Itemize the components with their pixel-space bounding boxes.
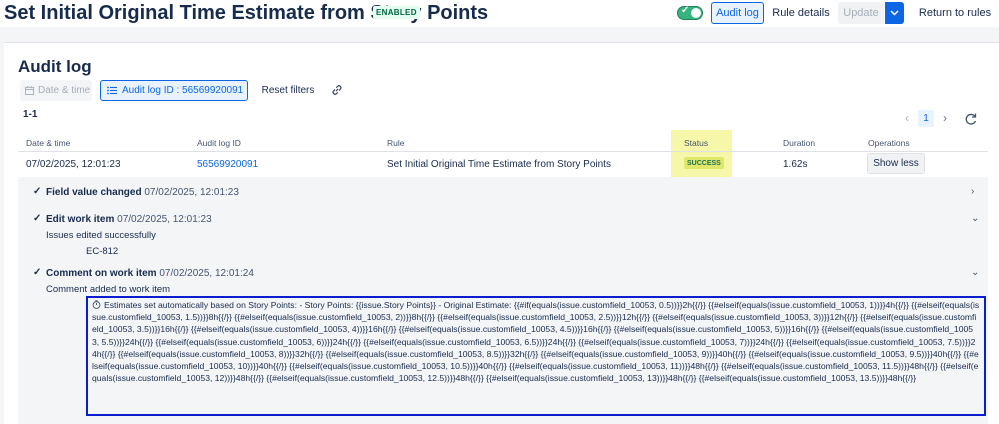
rule-details-button[interactable]: Rule details <box>770 2 832 24</box>
audit-log-id-filter-label: Audit log ID : 56569920091 <box>122 85 244 96</box>
audit-log-button[interactable]: Audit log <box>711 2 764 24</box>
column-header-operations: Operations <box>868 138 910 148</box>
event-title: Comment on work item <box>46 268 157 279</box>
refresh-icon[interactable] <box>964 112 978 126</box>
reset-filters-button[interactable]: Reset filters <box>260 80 316 101</box>
edit-message: Issues edited successfully <box>46 230 156 241</box>
check-icon: ✓ <box>33 186 42 197</box>
comment-text: Estimates set automatically based on Sto… <box>92 300 980 384</box>
column-header-rule: Rule <box>387 138 405 148</box>
column-header-date: Date & time <box>26 138 71 148</box>
list-icon <box>107 86 117 95</box>
event-field-value-changed[interactable]: ✓ Field value changed 07/02/2025, 12:01:… <box>18 185 988 201</box>
return-to-rules-button[interactable]: Return to rules <box>914 2 996 24</box>
event-time: 07/02/2025, 12:01:24 <box>159 268 254 279</box>
event-title: Field value changed <box>46 187 142 198</box>
calendar-icon <box>25 86 34 95</box>
chevron-left-icon[interactable]: ‹ <box>900 111 914 125</box>
enabled-badge: ENABLED <box>373 6 420 19</box>
column-header-audit-id: Audit log ID <box>197 138 241 148</box>
audit-log-id-filter[interactable]: Audit log ID : 56569920091 <box>100 80 248 101</box>
page-number[interactable]: 1 <box>918 110 934 127</box>
chevron-down-icon <box>890 10 899 16</box>
date-time-filter[interactable]: Date & time <box>20 80 92 101</box>
chevron-right-icon[interactable]: › <box>938 111 952 125</box>
chevron-right-icon[interactable]: › <box>971 186 974 197</box>
row-datetime: 07/02/2025, 12:01:23 <box>26 159 121 170</box>
check-icon: ✓ <box>681 5 690 16</box>
row-rule: Set Initial Original Time Estimate from … <box>387 159 611 170</box>
chevron-down-icon[interactable]: ⌄ <box>971 213 979 224</box>
timer-icon <box>92 300 101 309</box>
event-title: Edit work item <box>46 214 115 225</box>
update-button[interactable]: Update <box>838 2 884 24</box>
audit-log-panel: Audit log Date & time Audit log ID : 565… <box>4 42 999 424</box>
audit-details: ✓ Field value changed 07/02/2025, 12:01:… <box>18 177 988 424</box>
event-edit-work-item[interactable]: ✓ Edit work item 07/02/2025, 12:01:23 ⌄ <box>18 212 988 228</box>
show-less-button[interactable]: Show less <box>867 153 925 174</box>
table-header: Date & time Audit log ID Rule Status Dur… <box>4 133 999 151</box>
date-time-filter-label: Date & time <box>38 85 91 96</box>
rule-enabled-toggle[interactable]: ✓ <box>677 5 703 20</box>
page-title: Audit log <box>18 57 92 76</box>
check-icon: ✓ <box>33 213 42 224</box>
event-time: 07/02/2025, 12:01:23 <box>144 187 239 198</box>
comment-message: Comment added to work item <box>46 284 171 295</box>
event-comment-on-work-item[interactable]: ✓ Comment on work item 07/02/2025, 12:01… <box>18 266 988 282</box>
table-row: 07/02/2025, 12:01:23 56569920091 Set Ini… <box>4 151 999 175</box>
row-audit-id-link[interactable]: 56569920091 <box>197 159 258 170</box>
column-header-duration: Duration <box>783 138 816 148</box>
event-time: 07/02/2025, 12:01:23 <box>117 214 212 225</box>
comment-content: Estimates set automatically based on Sto… <box>86 296 986 416</box>
top-bar: Set Initial Original Time Estimate from … <box>0 0 999 27</box>
row-duration: 1.62s <box>783 159 808 170</box>
status-badge: SUCCESS <box>684 157 724 169</box>
edited-issue-key: EC-812 <box>86 246 119 257</box>
check-icon: ✓ <box>33 267 42 278</box>
chevron-down-icon[interactable]: ⌄ <box>971 267 979 278</box>
link-icon[interactable] <box>330 83 344 97</box>
result-count: 1-1 <box>23 109 38 120</box>
column-header-status: Status <box>684 138 709 148</box>
update-dropdown-button[interactable] <box>885 2 904 24</box>
toggle-knob <box>691 8 701 18</box>
